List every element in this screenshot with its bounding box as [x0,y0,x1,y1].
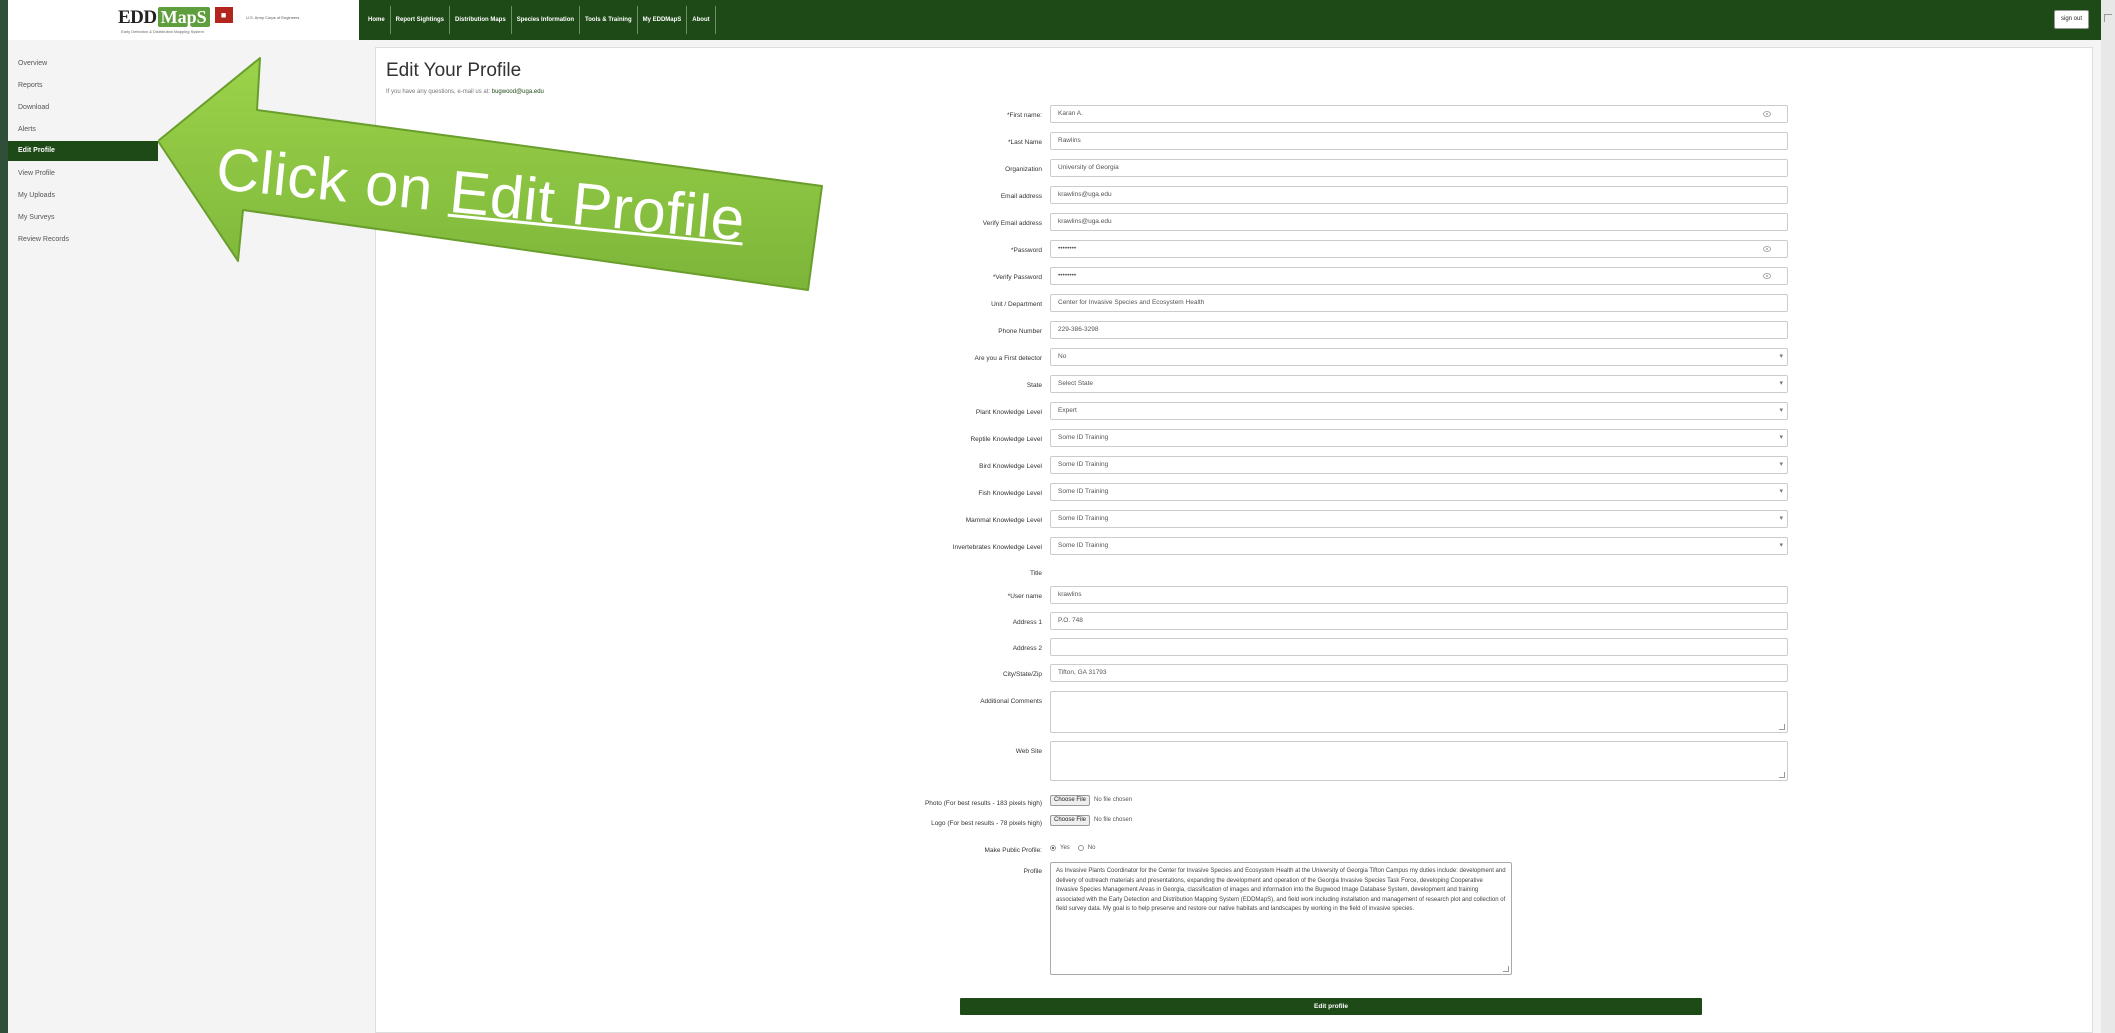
show-password-icon[interactable] [1763,246,1771,252]
photo-file-status: No file chosen [1094,797,1133,803]
profile-label: Profile [1023,868,1042,875]
main-nav: Home Report Sightings Distribution Maps … [359,0,2101,40]
usace-badge-icon: ■ [214,7,233,23]
website-label: Web Site [1015,748,1042,755]
address2-input[interactable] [1050,638,1788,656]
photo-label: Photo (For best results - 183 pixels hig… [924,800,1042,807]
sidebar-item-my-uploads[interactable]: My Uploads [8,186,158,206]
nav-report-sightings[interactable]: Report Sightings [391,6,451,34]
website-textarea[interactable] [1050,741,1788,781]
phone-label: Phone Number [998,328,1042,335]
phone-input[interactable]: 229-386-3298 [1050,321,1788,339]
public-no-radio[interactable] [1077,845,1084,851]
sidebar-item-review-records[interactable]: Review Records [8,230,158,250]
additional-comments-label: Additional Comments [980,698,1042,705]
sidebar-item-my-surveys[interactable]: My Surveys [8,208,158,228]
fish-knowledge-label: Fish Knowledge Level [978,490,1042,497]
public-yes-radio[interactable] [1050,845,1056,851]
plant-knowledge-select[interactable]: Expert [1050,402,1788,420]
photo-file-input: Choose File No file chosen [1050,794,1132,806]
nav-about[interactable]: About [687,6,716,34]
mammal-knowledge-select[interactable]: Some ID Training [1050,510,1788,528]
state-label: State [1026,382,1042,389]
bird-knowledge-select[interactable]: Some ID Training [1050,456,1788,474]
sidebar-item-overview[interactable]: Overview [8,54,158,74]
verify-password-value: •••••••• [1058,272,1077,279]
fish-knowledge-select[interactable]: Some ID Training [1050,483,1788,501]
nav-home[interactable]: Home [363,6,391,34]
additional-comments-textarea[interactable] [1050,691,1788,733]
reptile-knowledge-select[interactable]: Some ID Training [1050,429,1788,447]
sign-out-button[interactable]: sign out [2053,10,2089,29]
profile-textarea[interactable]: As Invasive Plants Coordinator for the C… [1050,862,1512,975]
username-input[interactable]: krawlins [1050,586,1788,604]
address1-label: Address 1 [1012,619,1042,626]
state-select[interactable]: Select State [1050,375,1788,393]
organization-input[interactable]: University of Georgia [1050,159,1788,177]
resize-grip-icon[interactable] [1779,772,1785,778]
nav-species-information[interactable]: Species Information [512,6,581,34]
logo-bar: EDD MapS ■ Early Detection & Distributio… [8,0,359,40]
resize-grip-icon[interactable] [1779,724,1785,730]
sidebar-item-download[interactable]: Download [8,98,158,118]
nav-distribution-maps[interactable]: Distribution Maps [450,6,512,34]
password-value: •••••••• [1058,245,1077,252]
sidebar-item-alerts[interactable]: Alerts [8,120,158,140]
scroll-up-icon[interactable] [2104,14,2112,22]
invertebrates-knowledge-select[interactable]: Some ID Training [1050,537,1788,555]
browser-frame: EDD MapS ■ Early Detection & Distributio… [8,0,2101,1033]
first-name-input[interactable]: Karan A. [1050,105,1788,123]
logo-tagline: Early Detection & Distribution Mapping S… [121,29,204,34]
usace-text: U.S. Army Corps of Engineers [246,15,300,20]
city-state-zip-label: City/State/Zip [1002,671,1042,678]
profile-text: As Invasive Plants Coordinator for the C… [1056,868,1506,913]
address2-label: Address 2 [1012,645,1042,652]
city-state-zip-input[interactable]: Tifton, GA 31793 [1050,664,1788,682]
first-detector-label: Are you a First detector [974,355,1042,362]
logo-edd-text: EDD [118,7,157,28]
photo-choose-file-button[interactable]: Choose File [1050,794,1091,806]
public-profile-label: Make Public Profile: [984,847,1042,854]
reptile-knowledge-label: Reptile Knowledge Level [970,436,1042,443]
public-no-label: No [1087,845,1096,851]
plant-knowledge-label: Plant Knowledge Level [975,409,1042,416]
title-label: Title [1029,570,1042,577]
bird-knowledge-label: Bird Knowledge Level [979,463,1042,470]
autofill-icon[interactable] [1763,111,1771,117]
edit-profile-submit-button[interactable]: Edit profile [960,998,1702,1015]
first-detector-select[interactable]: No [1050,348,1788,366]
sidebar-item-view-profile[interactable]: View Profile [8,164,158,184]
unit-department-input[interactable]: Center for Invasive Species and Ecosyste… [1050,294,1788,312]
resize-grip-icon[interactable] [1503,966,1509,972]
public-yes-label: Yes [1060,845,1070,851]
logo-upload-label: Logo (For best results - 78 pixels high) [931,820,1042,827]
logo-choose-file-button[interactable]: Choose File [1050,814,1091,826]
verify-password-input[interactable]: •••••••• [1050,267,1788,285]
sidebar-item-reports[interactable]: Reports [8,76,158,96]
public-profile-radios: Yes No [1050,842,1095,854]
sidebar-item-edit-profile[interactable]: Edit Profile [8,141,158,161]
show-verify-password-icon[interactable] [1763,273,1771,279]
address1-input[interactable]: P.O. 748 [1050,612,1788,630]
logo-file-input: Choose File No file chosen [1050,814,1132,826]
first-name-value: Karan A. [1058,110,1083,117]
last-name-input[interactable]: Rawlins [1050,132,1788,150]
verify-email-input[interactable]: krawlins@uga.edu [1050,213,1788,231]
eddmaps-logo[interactable]: EDD MapS ■ Early Detection & Distributio… [118,7,299,35]
logo-file-status: No file chosen [1094,817,1133,823]
invertebrates-knowledge-label: Invertebrates Knowledge Level [952,544,1042,551]
nav-tools-training[interactable]: Tools & Training [580,6,638,34]
mammal-knowledge-label: Mammal Knowledge Level [965,517,1042,524]
username-label: *User name [1007,593,1042,600]
nav-my-eddmaps[interactable]: My EDDMapS [638,6,688,34]
password-input[interactable]: •••••••• [1050,240,1788,258]
email-input[interactable]: krawlins@uga.edu [1050,186,1788,204]
scrollbar[interactable] [2101,0,2115,1033]
logo-maps-text: MapS [157,7,210,27]
